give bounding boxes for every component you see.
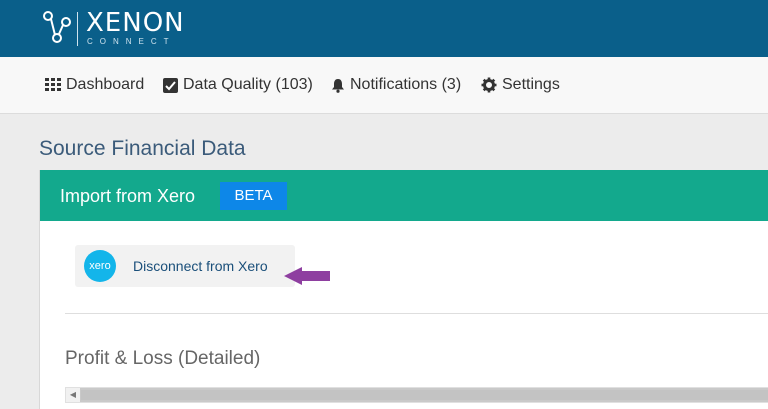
- nav-notifications[interactable]: Notifications (3): [331, 75, 461, 95]
- gear-icon: [481, 77, 497, 93]
- horizontal-scrollbar[interactable]: ◀: [65, 387, 768, 403]
- scroll-left-icon[interactable]: ◀: [66, 388, 80, 402]
- card-header: Import from Xero BETA: [40, 170, 768, 221]
- arrow-left-icon: [284, 267, 330, 285]
- main-nav: Dashboard Data Quality (103) Notificatio…: [0, 57, 768, 114]
- bell-icon: [332, 78, 344, 93]
- disconnect-xero-button[interactable]: xero Disconnect from Xero: [75, 245, 295, 287]
- brand-tagline: CONNECT: [87, 37, 176, 46]
- card-header-title: Import from Xero: [60, 186, 196, 206]
- brand-name: XENON: [86, 8, 185, 38]
- nav-settings-label: Settings: [502, 76, 560, 93]
- nav-notifications-label: Notifications (3): [350, 76, 462, 93]
- beta-badge: BETA: [220, 182, 287, 210]
- nav-dashboard-label: Dashboard: [66, 76, 145, 93]
- page-title: Source Financial Data: [39, 137, 246, 160]
- divider: [65, 313, 768, 314]
- nav-data-quality-label: Data Quality (103): [183, 76, 313, 93]
- checkbox-icon: [163, 77, 178, 93]
- nav-dashboard[interactable]: Dashboard: [45, 75, 144, 95]
- import-card: Import from Xero BETA xero Disconnect fr…: [39, 170, 768, 409]
- top-bar: XENON CONNECT: [0, 0, 768, 57]
- logo-divider: [77, 12, 78, 46]
- disconnect-xero-label: Disconnect from Xero: [133, 258, 268, 274]
- nav-data-quality[interactable]: Data Quality (103): [163, 75, 313, 95]
- section-title: Profit & Loss (Detailed): [65, 348, 261, 369]
- grid-icon: [45, 78, 61, 91]
- nav-settings[interactable]: Settings: [481, 75, 560, 95]
- scrollbar-thumb[interactable]: [81, 390, 768, 400]
- xero-logo-icon: xero: [84, 250, 116, 282]
- xenon-logo-icon: [43, 11, 71, 43]
